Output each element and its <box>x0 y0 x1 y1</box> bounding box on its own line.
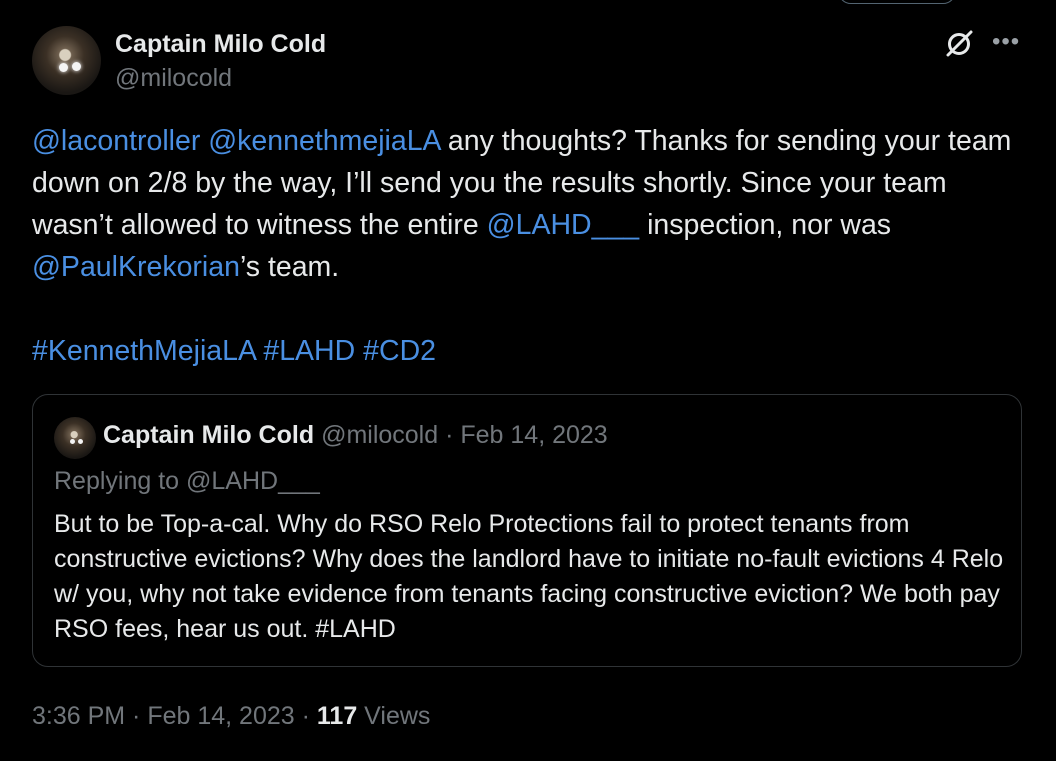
tweet-text-segment <box>355 335 363 367</box>
quoted-tweet[interactable]: Captain Milo Cold @milocold · Feb 14, 20… <box>32 394 1022 667</box>
views-label: Views <box>357 702 431 730</box>
tweet-text: @lacontroller @kennethmejiaLA any though… <box>32 120 1032 372</box>
views-count: 117 <box>316 702 358 730</box>
quote-author-name: Captain Milo Cold <box>103 421 315 449</box>
avatar[interactable] <box>32 26 101 95</box>
quote-header: Captain Milo Cold @milocold · Feb 14, 20… <box>103 421 608 450</box>
tweet-link[interactable]: @lacontroller <box>32 125 200 157</box>
tweet-text-segment: ’s team. <box>239 251 340 283</box>
tweet-link[interactable]: #CD2 <box>363 335 436 367</box>
author-handle[interactable]: @milocold <box>115 64 232 93</box>
tweet-link[interactable]: @LAHD___ <box>487 209 640 241</box>
tweet-link[interactable]: @PaulKrekorian <box>32 251 240 283</box>
quote-meta: @milocold · Feb 14, 2023 <box>321 421 608 449</box>
grok-icon[interactable] <box>942 27 976 61</box>
tweet-link[interactable]: @kennethmejiaLA <box>208 125 440 157</box>
author-name[interactable]: Captain Milo Cold <box>115 30 326 59</box>
more-icon[interactable]: ••• <box>992 28 1020 56</box>
tweet-link[interactable]: #KennethMejiaLA <box>32 335 255 367</box>
tweet-footer: 3:36 PM · Feb 14, 2023 · 117 Views <box>32 702 430 731</box>
tweet-link[interactable]: #LAHD <box>263 335 355 367</box>
quote-avatar <box>54 417 96 459</box>
quote-replying-to: Replying to @LAHD___ <box>54 467 320 495</box>
quote-text: But to be Top-a-cal. Why do RSO Relo Pro… <box>54 510 1004 643</box>
tweet-text-segment: inspection, nor was <box>639 209 899 241</box>
timestamp[interactable]: 3:36 PM · Feb 14, 2023 · <box>32 702 317 730</box>
top-pill-button[interactable] <box>838 0 956 4</box>
